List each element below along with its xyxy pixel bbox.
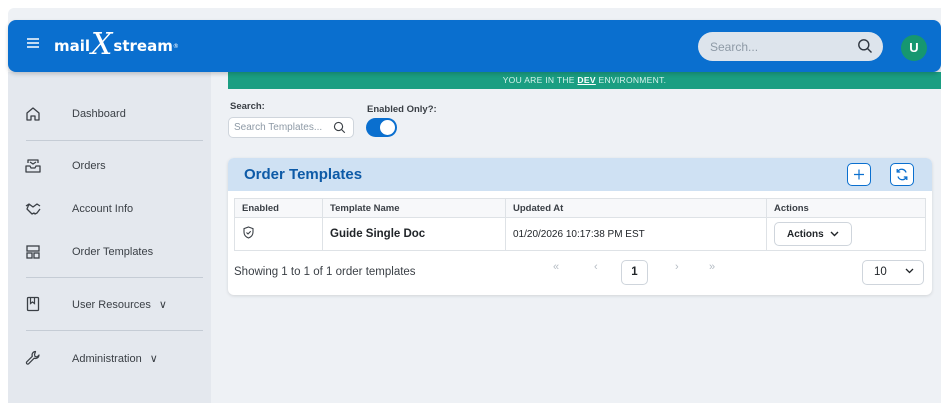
shield-check-icon: [243, 226, 254, 239]
env-prefix: YOU ARE IN THE: [502, 75, 578, 85]
first-page-button[interactable]: «: [553, 261, 559, 273]
env-name: DEV: [577, 75, 596, 85]
card-header: Order Templates: [228, 158, 932, 191]
template-search: [228, 117, 354, 138]
sidebar-item-label: Order Templates: [72, 246, 154, 258]
template-search-input[interactable]: [234, 121, 330, 134]
refresh-icon: [896, 168, 908, 181]
sidebar: Dashboard Orders Account Info Order Temp…: [8, 72, 211, 403]
previous-page-button[interactable]: ‹: [594, 261, 598, 273]
page-size-value: 10: [874, 266, 887, 278]
actions-label: Actions: [787, 228, 824, 240]
enabled-only-label: Enabled Only?:: [367, 104, 437, 115]
sidebar-item-text: Administration: [72, 352, 142, 365]
mailxstream-logo[interactable]: mail X stream ®: [54, 27, 179, 62]
sidebar-item-label: Administration ∨: [72, 352, 158, 365]
inbox-icon: [25, 159, 41, 173]
column-header-updated-at[interactable]: Updated At: [505, 198, 767, 218]
column-header-template-name[interactable]: Template Name: [322, 198, 506, 218]
results-summary: Showing 1 to 1 of 1 order templates: [234, 266, 416, 278]
sidebar-item-dashboard[interactable]: Dashboard: [8, 104, 211, 124]
actions-dropdown-button[interactable]: Actions: [774, 222, 852, 246]
sidebar-item-order-templates[interactable]: Order Templates: [8, 242, 211, 262]
sidebar-item-label: Dashboard: [72, 108, 126, 120]
sidebar-item-label: Orders: [72, 160, 106, 172]
add-template-button[interactable]: [847, 163, 871, 186]
sidebar-item-label: User Resources ∨: [72, 298, 167, 311]
top-navbar: mail X stream ® U: [8, 20, 941, 72]
sidebar-divider: [26, 277, 203, 278]
wrench-icon: [25, 350, 40, 365]
logo-x-mark: X: [91, 27, 113, 62]
current-page-button[interactable]: 1: [621, 260, 648, 285]
hamburger-menu-icon[interactable]: [26, 36, 42, 54]
layout-icon: [26, 245, 40, 259]
sidebar-item-label: Account Info: [72, 203, 134, 215]
chevron-down-icon: ∨: [158, 298, 167, 311]
logo-text-left: mail: [54, 37, 91, 55]
order-templates-card: Order Templates Enabled Template Name Up…: [228, 158, 932, 295]
table-row: Guide Single Doc 01/20/2026 10:17:38 PM …: [234, 217, 926, 251]
user-avatar[interactable]: U: [901, 35, 927, 61]
chevron-down-icon: [905, 266, 914, 277]
refresh-button[interactable]: [890, 163, 914, 186]
environment-banner: YOU ARE IN THE DEV ENVIRONMENT.: [228, 72, 941, 89]
card-title: Order Templates: [244, 166, 363, 183]
plus-icon: [854, 169, 864, 180]
table-header-row: Enabled Template Name Updated At Actions: [234, 198, 926, 218]
column-header-actions: Actions: [766, 198, 926, 218]
global-search: [698, 32, 883, 61]
sidebar-divider: [26, 330, 203, 331]
updated-at-cell: 01/20/2026 10:17:38 PM EST: [505, 217, 767, 251]
page-size-select[interactable]: 10: [862, 260, 924, 285]
actions-cell: Actions: [766, 217, 926, 251]
sidebar-item-user-resources[interactable]: User Resources ∨: [8, 294, 211, 314]
handshake-icon: [25, 203, 41, 215]
chevron-down-icon: ∨: [149, 352, 158, 365]
enabled-only-toggle[interactable]: [366, 118, 397, 137]
logo-text-right: stream: [113, 37, 173, 55]
next-page-button[interactable]: ›: [675, 261, 679, 273]
last-page-button[interactable]: »: [709, 261, 715, 273]
search-icon[interactable]: [857, 38, 873, 54]
env-suffix: ENVIRONMENT.: [595, 75, 667, 85]
sidebar-item-administration[interactable]: Administration ∨: [8, 348, 211, 368]
sidebar-divider: [26, 140, 203, 141]
sidebar-item-account-info[interactable]: Account Info: [8, 199, 211, 219]
book-icon: [26, 296, 40, 312]
sidebar-item-orders[interactable]: Orders: [8, 156, 211, 176]
global-search-input[interactable]: [710, 38, 850, 55]
enabled-cell: [234, 217, 323, 251]
home-icon: [26, 107, 40, 121]
logo-registered-mark: ®: [172, 42, 179, 50]
search-icon[interactable]: [333, 121, 346, 134]
sidebar-item-text: User Resources: [72, 298, 151, 311]
templates-table: Enabled Template Name Updated At Actions…: [234, 198, 926, 251]
column-header-enabled[interactable]: Enabled: [234, 198, 323, 218]
search-label: Search:: [230, 101, 265, 112]
toggle-knob: [380, 120, 395, 135]
template-name-cell[interactable]: Guide Single Doc: [322, 217, 506, 251]
chevron-down-icon: [830, 231, 839, 237]
